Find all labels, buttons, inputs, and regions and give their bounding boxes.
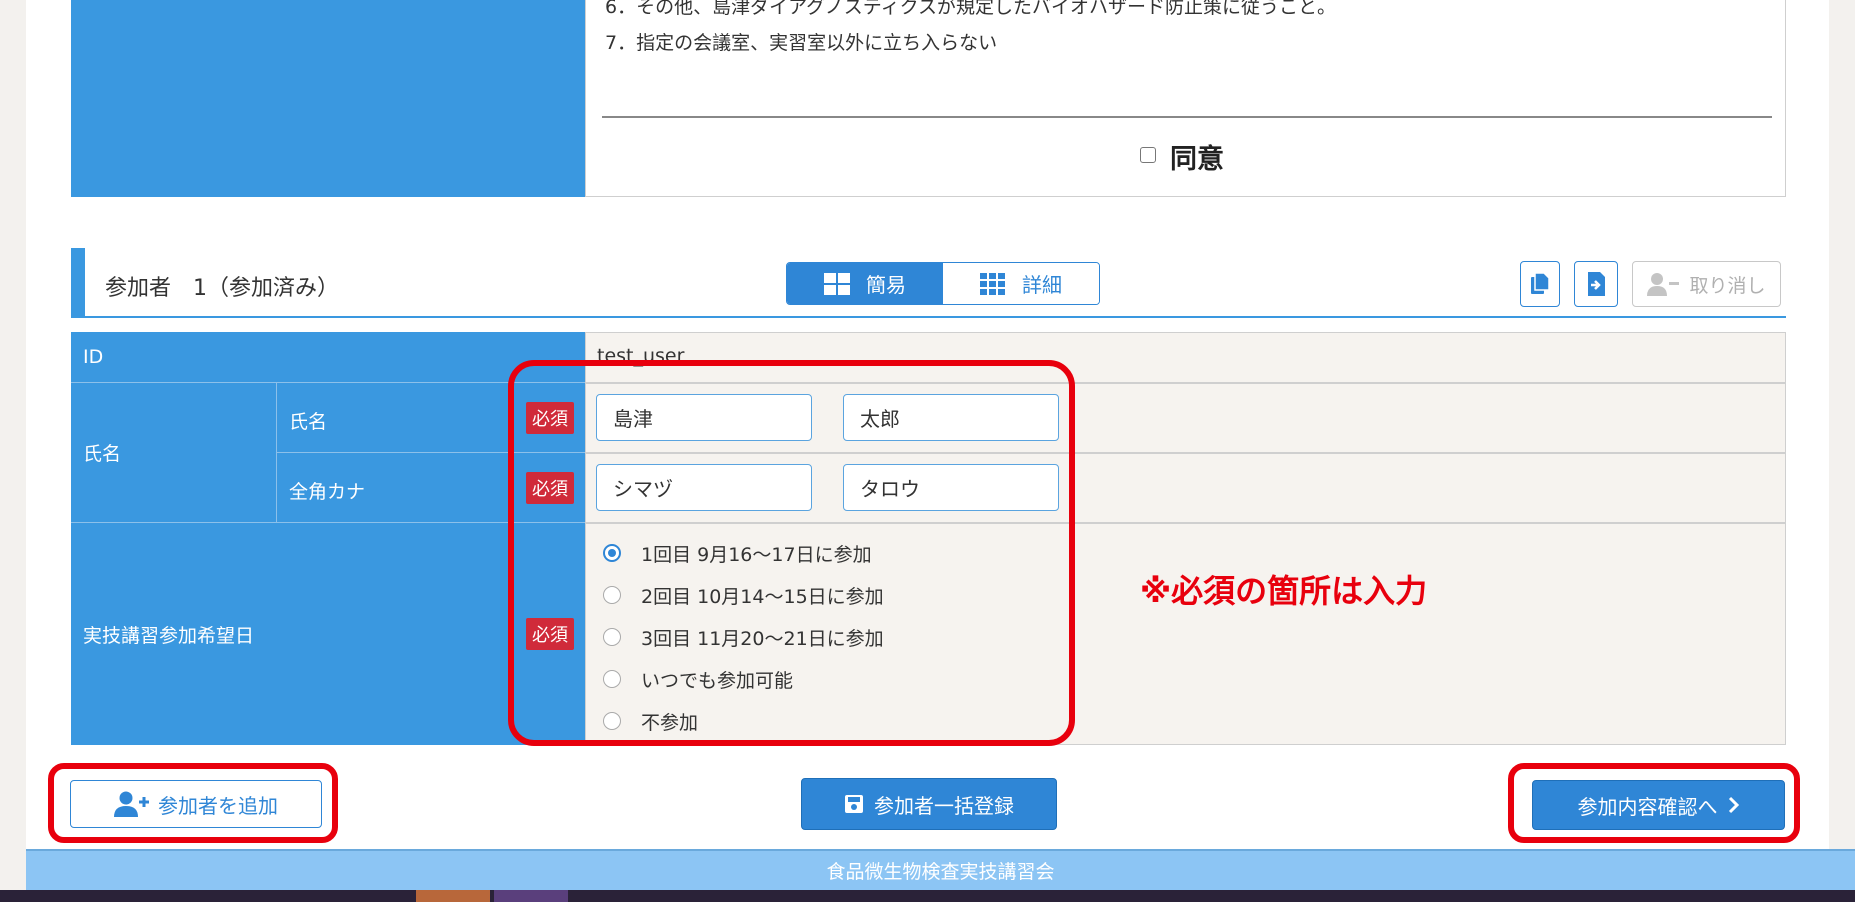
footer-text: 食品微生物検査実技講習会	[826, 861, 1055, 883]
view-simple-label: 簡易	[866, 273, 906, 297]
taskbar-app-1[interactable]	[416, 890, 490, 902]
bulk-register-button[interactable]: 参加者一括登録	[801, 778, 1057, 830]
chevron-right-icon	[1728, 796, 1739, 814]
view-detail-label: 詳細	[1022, 273, 1062, 297]
terms-label-cell	[71, 0, 585, 197]
grid-small-icon	[980, 272, 1005, 295]
terms-divider	[602, 116, 1772, 118]
view-simple-button[interactable]: 簡易	[787, 263, 943, 304]
footer-bar: 食品微生物検査実技講習会	[26, 849, 1855, 890]
grid-large-icon	[824, 272, 850, 295]
participant-header-accent	[71, 248, 85, 318]
terms-item-7: 7．指定の会議室、実習室以外に立ち入らない	[605, 32, 998, 54]
copy-button[interactable]	[1520, 261, 1560, 307]
add-participant-button[interactable]: 参加者を追加	[70, 780, 322, 828]
confirm-label: 参加内容確認へ	[1577, 794, 1718, 819]
cancel-label: 取り消し	[1689, 274, 1766, 297]
participant-header-underline	[71, 316, 1786, 318]
import-icon	[1588, 272, 1605, 296]
import-button[interactable]	[1574, 261, 1618, 307]
taskbar-app-2[interactable]	[494, 890, 568, 902]
name-group-label: 氏名	[71, 383, 277, 523]
agree-label: 同意	[1170, 144, 1224, 175]
highlight-required-fields	[508, 360, 1075, 746]
user-plus-icon	[114, 791, 149, 817]
agree-checkbox[interactable]	[1140, 147, 1156, 163]
save-icon	[845, 795, 863, 813]
taskbar	[0, 890, 1855, 902]
terms-item-6: 6．その他、島津ダイアグノスティクスが規定したバイオハザード防止策に従うこと。	[605, 0, 1337, 16]
required-annotation: ※必須の箇所は入力	[1140, 572, 1428, 610]
bulk-register-label: 参加者一括登録	[874, 793, 1014, 818]
confirm-button[interactable]: 参加内容確認へ	[1532, 780, 1785, 830]
user-minus-icon	[1647, 273, 1680, 296]
cancel-button[interactable]: 取り消し	[1632, 261, 1781, 307]
copy-icon	[1531, 272, 1550, 294]
id-label: ID	[71, 332, 585, 383]
add-participant-label: 参加者を追加	[158, 793, 278, 818]
view-detail-button[interactable]: 詳細	[943, 263, 1099, 304]
view-toggle: 簡易 詳細	[786, 262, 1100, 305]
participant-heading: 参加者 1（参加済み）	[105, 276, 339, 301]
